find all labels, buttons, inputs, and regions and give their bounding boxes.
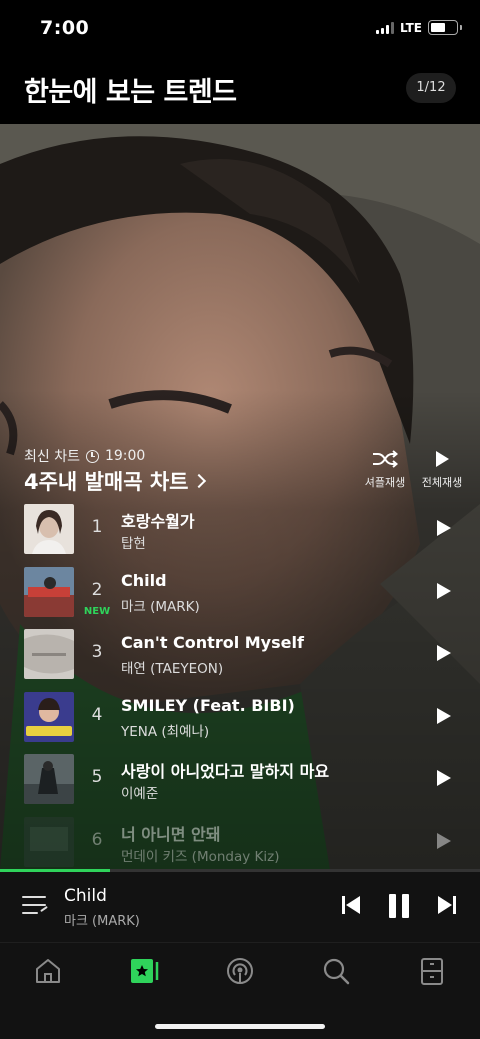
clock-icon bbox=[85, 449, 99, 463]
track-artist: 마크 (MARK) bbox=[121, 598, 200, 615]
home-icon bbox=[36, 959, 60, 983]
play-all-button[interactable]: 전체재생 bbox=[416, 450, 468, 490]
tab-home[interactable] bbox=[28, 955, 68, 987]
track-play-button[interactable] bbox=[437, 707, 451, 724]
page-title: 한눈에 보는 트렌드 bbox=[24, 77, 237, 108]
shuffle-label: 셔플재생 bbox=[364, 476, 406, 489]
album-art bbox=[24, 816, 74, 867]
track-title: 사랑이 아니었다고 말하지 마요 bbox=[121, 762, 330, 782]
track-row[interactable]: 2 NEW Child 마크 (MARK) bbox=[0, 566, 480, 630]
status-bar: 7:00 LTE bbox=[0, 0, 480, 58]
network-label: LTE bbox=[399, 20, 422, 35]
track-list: 1 호랑수월가 탑현 2 NEW Child 마크 (MARK) 3 Can't… bbox=[0, 504, 480, 870]
page-indicator: 1/12 bbox=[406, 73, 456, 103]
track-artist: 먼데이 키즈 (Monday Kiz) bbox=[121, 848, 280, 865]
header: 한눈에 보는 트렌드 1/12 bbox=[0, 58, 480, 124]
skip-forward-icon bbox=[438, 896, 456, 914]
chart-meta-label: 최신 차트 bbox=[24, 449, 80, 465]
chart-title-link[interactable]: 4주내 발매곡 차트 bbox=[24, 466, 207, 496]
trend-card[interactable]: 최신 차트 19:00 4주내 발매곡 차트 셔플재생 전체재생 1 호랑수월가… bbox=[0, 124, 480, 870]
shuffle-icon bbox=[373, 450, 398, 468]
track-play-button[interactable] bbox=[437, 582, 451, 599]
album-art bbox=[24, 691, 74, 742]
search-icon bbox=[323, 958, 350, 985]
previous-button[interactable] bbox=[340, 892, 362, 922]
signal-icon bbox=[375, 21, 394, 34]
status-indicators: LTE bbox=[375, 20, 462, 35]
pause-button[interactable] bbox=[386, 892, 412, 924]
album-art bbox=[24, 754, 74, 805]
tab-search[interactable] bbox=[316, 955, 356, 987]
album-art bbox=[24, 629, 74, 680]
battery-icon bbox=[428, 20, 462, 35]
track-row[interactable]: 3 Can't Control Myself 태연 (TAEYEON) bbox=[0, 629, 480, 692]
track-artist: 태연 (TAEYEON) bbox=[121, 661, 224, 678]
track-title: 호랑수월가 bbox=[121, 512, 195, 531]
tab-podcast[interactable] bbox=[220, 955, 260, 987]
chart-meta: 최신 차트 19:00 bbox=[24, 446, 145, 466]
status-time: 7:00 bbox=[40, 17, 90, 39]
track-rank: 5 bbox=[91, 767, 103, 788]
track-artist: 탑현 bbox=[121, 536, 146, 552]
play-all-label: 전체재생 bbox=[421, 476, 463, 489]
track-title: 너 아니면 안돼 bbox=[121, 824, 221, 844]
track-play-button[interactable] bbox=[437, 770, 451, 787]
track-play-button[interactable] bbox=[437, 645, 451, 662]
track-play-button[interactable] bbox=[437, 832, 451, 849]
home-indicator[interactable] bbox=[155, 1024, 325, 1029]
track-artist: YENA (최예나) bbox=[121, 723, 210, 740]
tab-storage[interactable] bbox=[412, 955, 452, 987]
track-rank: 1 bbox=[91, 517, 103, 537]
shuffle-button[interactable]: 셔플재생 bbox=[360, 450, 410, 490]
album-art bbox=[24, 504, 74, 554]
track-title: SMILEY (Feat. BIBI) bbox=[121, 695, 295, 715]
track-row[interactable]: 5 사랑이 아니었다고 말하지 마요 이예준 bbox=[0, 754, 480, 817]
track-rank: 6 bbox=[91, 829, 103, 850]
track-title: Can't Control Myself bbox=[121, 633, 304, 653]
track-rank: 4 bbox=[91, 704, 103, 725]
play-icon bbox=[436, 451, 449, 467]
chart-update-time: 19:00 bbox=[104, 448, 146, 464]
pause-icon bbox=[389, 894, 409, 918]
new-badge: NEW bbox=[83, 605, 111, 617]
track-title: Child bbox=[121, 570, 167, 590]
track-artist: 이예준 bbox=[121, 786, 159, 803]
track-rank: 3 bbox=[91, 642, 103, 663]
skip-back-icon bbox=[342, 896, 360, 914]
track-row[interactable]: 4 SMILEY (Feat. BIBI) YENA (최예나) bbox=[0, 691, 480, 755]
my-music-icon bbox=[131, 959, 159, 983]
storage-icon bbox=[421, 958, 443, 985]
track-row[interactable]: 6 너 아니면 안돼 먼데이 키즈 (Monday Kiz) bbox=[0, 816, 480, 870]
now-playing-title: Child bbox=[64, 886, 107, 906]
tab-my-music[interactable] bbox=[124, 955, 164, 987]
podcast-icon bbox=[227, 958, 253, 984]
playlist-icon[interactable] bbox=[22, 894, 48, 918]
next-button[interactable] bbox=[436, 892, 458, 922]
track-play-button[interactable] bbox=[437, 520, 451, 536]
track-row[interactable]: 1 호랑수월가 탑현 bbox=[0, 504, 480, 567]
now-playing-artist: 마크 (MARK) bbox=[64, 914, 140, 929]
chevron-right-icon bbox=[192, 473, 207, 489]
track-rank: 2 bbox=[91, 579, 103, 600]
album-art bbox=[24, 566, 74, 617]
mini-player[interactable]: Child 마크 (MARK) bbox=[0, 872, 480, 942]
tab-bar bbox=[0, 942, 480, 1039]
chart-title: 4주내 발매곡 차트 bbox=[24, 470, 189, 494]
